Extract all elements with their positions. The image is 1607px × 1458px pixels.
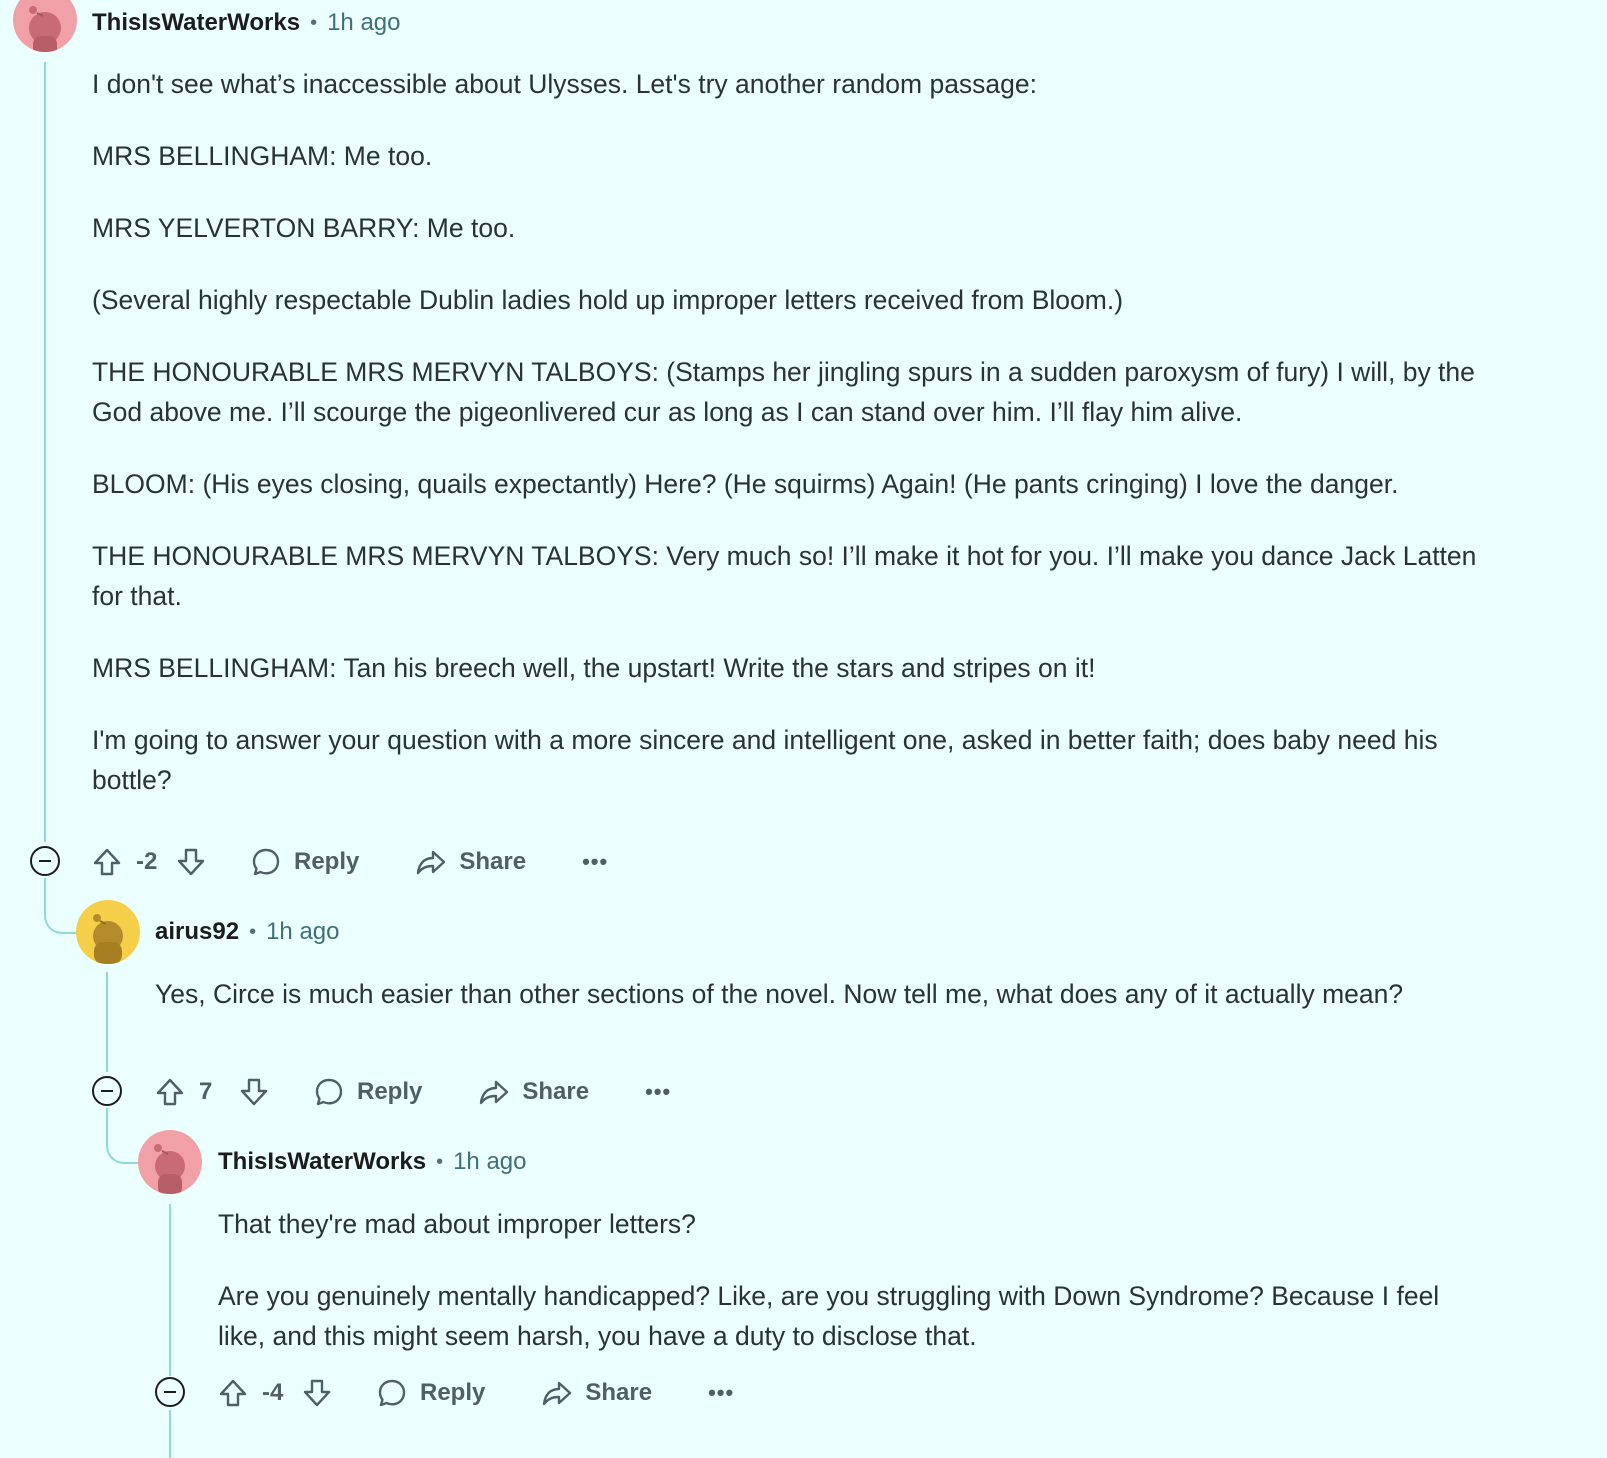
vote-score: -2 <box>136 848 158 875</box>
more-options-button[interactable]: ••• <box>708 1380 734 1406</box>
comment-meta: ThisIsWaterWorks • 1h ago <box>92 8 400 38</box>
upvote-arrow-icon <box>219 1379 247 1407</box>
author-name[interactable]: airus92 <box>155 918 239 946</box>
timestamp[interactable]: 1h ago <box>327 9 400 37</box>
reply-button[interactable]: Reply <box>313 1076 422 1108</box>
thread-line[interactable] <box>169 1204 171 1376</box>
comment-paragraph: That they're mad about improper letters? <box>218 1209 696 1239</box>
reply-button[interactable]: Reply <box>250 846 359 878</box>
author-name[interactable]: ThisIsWaterWorks <box>92 9 300 37</box>
share-label: Share <box>585 1379 653 1406</box>
comment-body: That they're mad about improper letters?… <box>218 1204 1488 1356</box>
thread-line[interactable] <box>106 972 108 1072</box>
thread-connector <box>106 1126 142 1164</box>
comment-body: I don't see what’s inaccessible about Ul… <box>92 64 1482 800</box>
upvote-arrow-icon <box>93 848 121 876</box>
reply-label: Reply <box>294 848 360 875</box>
more-options-button[interactable]: ••• <box>645 1079 671 1105</box>
share-arrow-icon <box>417 850 446 875</box>
share-button[interactable]: Share <box>478 1076 589 1108</box>
upvote-button[interactable] <box>90 845 124 879</box>
avatar[interactable] <box>76 900 140 964</box>
thread-connector <box>44 896 80 934</box>
share-button[interactable]: Share <box>415 846 526 878</box>
share-arrow-icon <box>480 1080 509 1105</box>
reply-label: Reply <box>420 1379 486 1406</box>
comment-paragraph: I'm going to answer your question with a… <box>92 725 1438 795</box>
comment-actions: -4 Reply Share ••• <box>216 1371 734 1415</box>
meta-separator: • <box>249 920 257 943</box>
reply-button[interactable]: Reply <box>376 1377 485 1409</box>
upvote-button[interactable] <box>153 1075 187 1109</box>
comment-paragraph: Yes, Circe is much easier than other sec… <box>155 979 1404 1009</box>
timestamp[interactable]: 1h ago <box>453 1148 526 1176</box>
reply-label: Reply <box>357 1078 423 1105</box>
collapse-thread-button[interactable] <box>30 846 60 876</box>
comment-paragraph: THE HONOURABLE MRS MERVYN TALBOYS: (Stam… <box>92 357 1475 427</box>
comment-actions: 7 Reply Share ••• <box>153 1070 671 1114</box>
downvote-arrow-icon <box>177 848 205 876</box>
author-name[interactable]: ThisIsWaterWorks <box>218 1148 426 1176</box>
avatar[interactable] <box>138 1130 202 1194</box>
comment-bubble-icon <box>315 1078 343 1106</box>
comment-meta: ThisIsWaterWorks • 1h ago <box>218 1147 526 1177</box>
downvote-button[interactable] <box>174 845 208 879</box>
vote-score: 7 <box>199 1078 213 1105</box>
downvote-button[interactable] <box>300 1376 334 1410</box>
snoo-avatar-icon <box>93 914 123 964</box>
comment-meta: airus92 • 1h ago <box>155 917 339 947</box>
thread-line[interactable] <box>44 62 46 842</box>
meta-separator: • <box>310 11 318 34</box>
comment-paragraph: Are you genuinely mentally handicapped? … <box>218 1281 1440 1351</box>
comment-bubble-icon <box>252 848 280 876</box>
comment-paragraph: (Several highly respectable Dublin ladie… <box>92 285 1124 315</box>
downvote-arrow-icon <box>303 1379 331 1407</box>
more-options-button[interactable]: ••• <box>582 849 608 875</box>
timestamp[interactable]: 1h ago <box>266 918 339 946</box>
snoo-avatar-icon <box>29 6 61 52</box>
comment-actions: -2 Reply Share ••• <box>90 840 608 884</box>
collapse-thread-button[interactable] <box>155 1377 185 1407</box>
share-button[interactable]: Share <box>541 1377 652 1409</box>
comment-bubble-icon <box>378 1379 406 1407</box>
downvote-button[interactable] <box>237 1075 271 1109</box>
downvote-arrow-icon <box>240 1078 268 1106</box>
upvote-button[interactable] <box>216 1376 250 1410</box>
comment-paragraph: I don't see what’s inaccessible about Ul… <box>92 69 1038 99</box>
comment-thread: ThisIsWaterWorks • 1h ago I don't see wh… <box>0 0 1607 1458</box>
avatar[interactable] <box>13 0 77 52</box>
comment-paragraph: MRS BELLINGHAM: Tan his breech well, the… <box>92 653 1096 683</box>
comment-paragraph: BLOOM: (His eyes closing, quails expecta… <box>92 469 1399 499</box>
share-label: Share <box>522 1078 590 1105</box>
thread-line[interactable] <box>169 1410 171 1458</box>
comment-paragraph: THE HONOURABLE MRS MERVYN TALBOYS: Very … <box>92 541 1477 611</box>
share-arrow-icon <box>543 1381 572 1406</box>
comment-paragraph: MRS BELLINGHAM: Me too. <box>92 141 433 171</box>
snoo-avatar-icon <box>154 1144 185 1194</box>
comment-body: Yes, Circe is much easier than other sec… <box>155 974 1465 1014</box>
share-label: Share <box>459 848 527 875</box>
collapse-thread-button[interactable] <box>92 1076 122 1106</box>
meta-separator: • <box>436 1150 444 1173</box>
upvote-arrow-icon <box>156 1078 184 1106</box>
comment-paragraph: MRS YELVERTON BARRY: Me too. <box>92 213 516 243</box>
vote-score: -4 <box>262 1379 284 1406</box>
